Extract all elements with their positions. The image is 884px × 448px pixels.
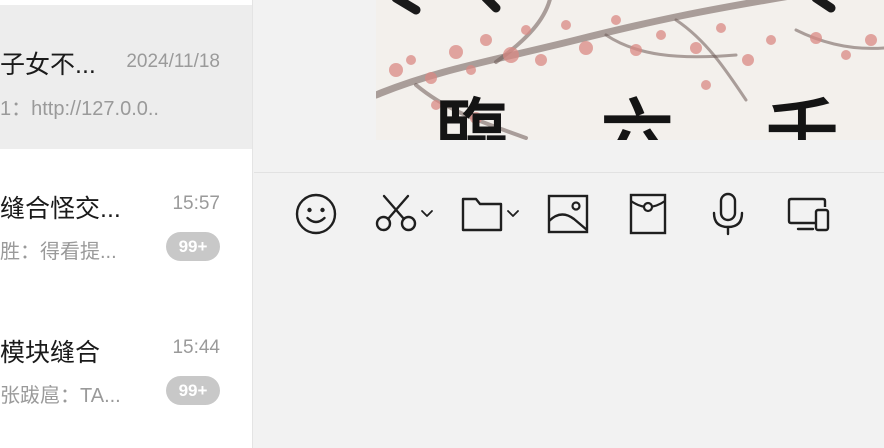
chevron-down-icon[interactable] [506,209,520,219]
chat-time: 2024/11/18 [126,51,220,72]
chat-preview: 张跋扈：TA... [0,385,121,407]
image-icon [547,194,589,234]
input-toolbar [254,173,884,253]
screenshot-button[interactable] [375,192,434,236]
chat-name: 模块缝合 [0,339,101,367]
voice-button[interactable] [710,192,746,236]
chat-item[interactable]: 子女不... 2024/11/18 1：http://127.0.0... [0,5,252,149]
chat-preview: 胜：得看提... [0,241,117,263]
image-button[interactable] [547,192,589,236]
chat-list: 子女不... 2024/11/18 1：http://127.0.0... 缝合… [0,0,253,448]
scissors-icon [375,194,417,232]
red-packet-icon [629,193,667,235]
file-button[interactable] [461,192,520,236]
screen-share-icon [787,197,830,232]
unread-badge: 99+ [166,376,220,405]
red-packet-button[interactable] [628,192,668,236]
chat-preview: 1：http://127.0.0... [0,98,160,120]
chat-name: 缝合怪交... [0,195,121,223]
calligraphy-text: 臨 六 千 仞 [436,90,884,140]
microphone-icon [712,192,744,236]
chat-time: 15:57 [172,193,220,214]
folder-icon [461,197,503,232]
chevron-down-icon[interactable] [420,209,434,219]
message-input[interactable] [254,254,884,448]
message-image[interactable]: 臨 六 千 仞 [376,0,884,140]
emoji-icon [295,193,337,235]
emoji-button[interactable] [295,192,337,236]
chat-item[interactable]: 模块缝合 15:44 张跋扈：TA... 99+ [0,293,252,437]
chat-time: 15:44 [172,337,220,358]
screen-share-button[interactable] [787,192,831,236]
chat-item[interactable]: 缝合怪交... 15:57 胜：得看提... 99+ [0,149,252,293]
unread-badge: 99+ [166,232,220,261]
